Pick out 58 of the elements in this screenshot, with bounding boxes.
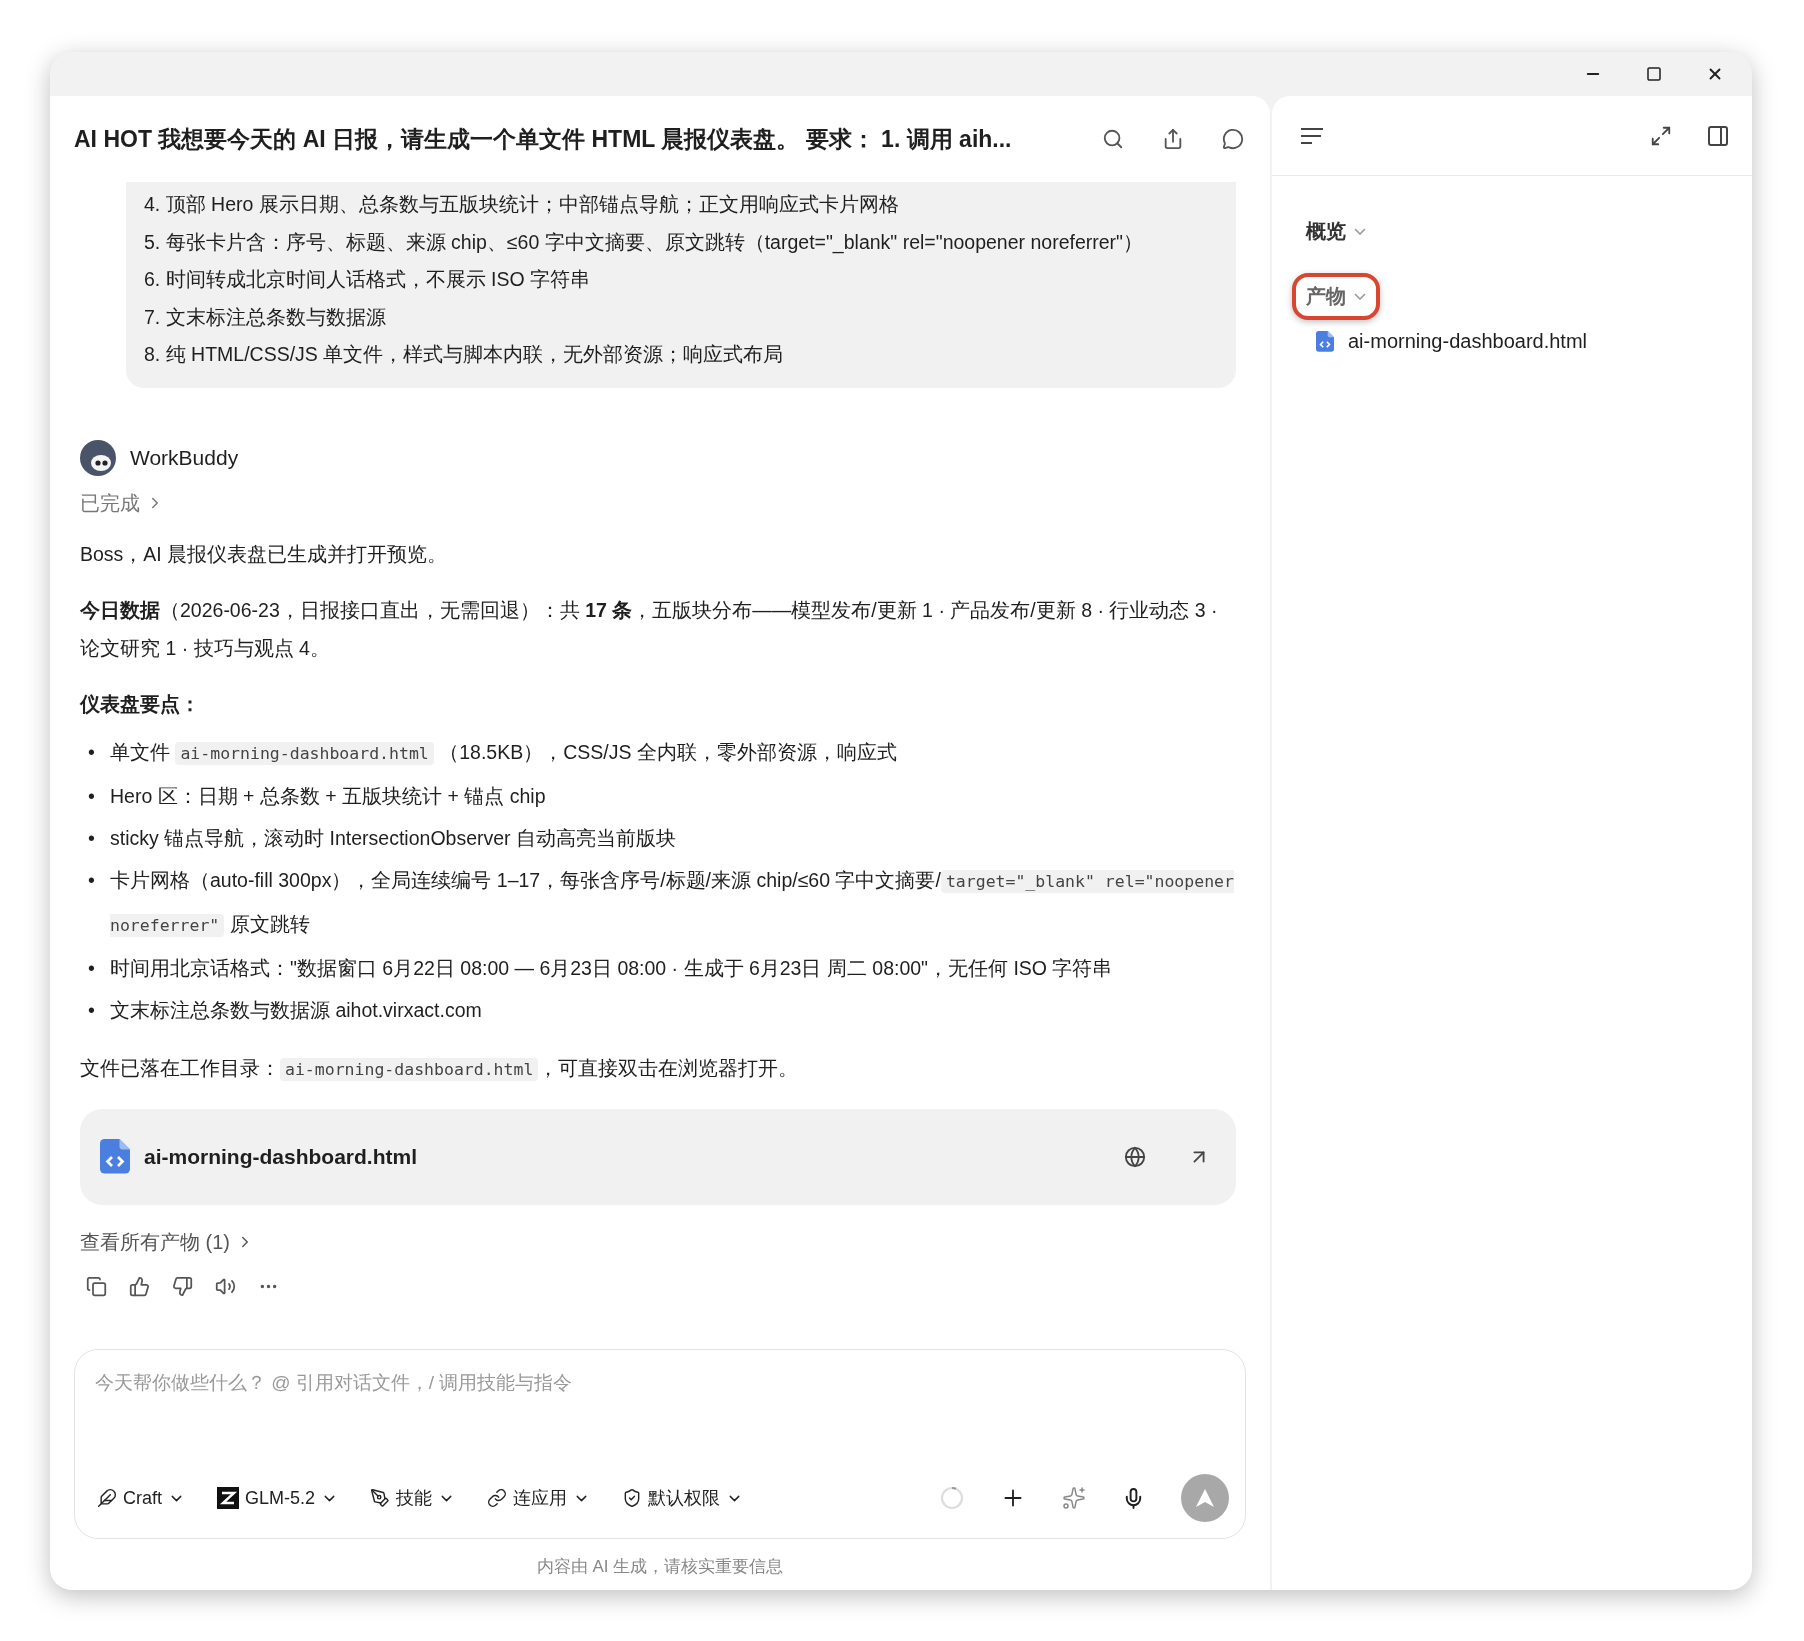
- message-input[interactable]: 今天帮你做些什么？ @ 引用对话文件，/ 调用技能与指令 Craft GLM-5.2 技能 连应用 默认权限: [74, 1349, 1246, 1539]
- view-artifacts-link[interactable]: 查看所有产物 (1): [80, 1228, 254, 1256]
- reply-paragraph: 文件已落在工作目录： ai-morning-dashboard.html ，可直接双击在浏览器打开。: [80, 1055, 800, 1083]
- composer-tool-button[interactable]: 技能: [366, 1482, 460, 1514]
- composer-tool-button[interactable]: Craft: [93, 1483, 189, 1513]
- composer-tool-button[interactable]: GLM-5.2: [213, 1483, 343, 1513]
- bullet-text: 卡片网格（auto-fill 300px），全局连续编号 1–17，每张含序号/标题/来源 chip/≤60 字中文摘要/ target="_blank" rel="noopener noreferrer" 原文跳转: [110, 867, 1235, 939]
- bullet-text: 时间用北京话格式："数据窗口 6月22日 08:00 — 6月23日 08:00 · 生成于 6月23日 周二 08:00"，无任何 ISO 字符串: [110, 955, 1114, 981]
- bullet-marker: •: [88, 997, 96, 1023]
- file-card[interactable]: ai-morning-dashboard.html: [80, 1108, 1236, 1205]
- expand-icon[interactable]: [1650, 124, 1672, 147]
- maximize-icon[interactable]: [1646, 66, 1662, 82]
- bullet-marker: •: [88, 867, 96, 893]
- link-icon: [487, 1488, 508, 1508]
- bullet-marker: •: [88, 825, 96, 851]
- request-line: 6. 时间转成北京时间人话格式，不展示 ISO 字符串: [144, 267, 592, 292]
- chat-bubble-icon[interactable]: [1222, 128, 1244, 150]
- request-line: 5. 每张卡片含：序号、标题、来源 chip、≤60 字中文摘要、原文跳转（target="_blank" rel="noopener noreferrer"）: [144, 229, 1144, 256]
- section-heading: 仪表盘要点：: [80, 691, 201, 717]
- z-logo-icon: [217, 1487, 239, 1509]
- bullet-marker: •: [88, 739, 96, 765]
- pen-icon: [370, 1488, 391, 1508]
- avatar-icon: [80, 439, 116, 476]
- composer-tool-button[interactable]: 连应用: [483, 1482, 595, 1514]
- reply-paragraph: Boss，AI 晨报仪表盘已生成并打开预览。: [80, 541, 449, 567]
- bullet-text: Hero 区：日期 + 总条数 + 五版块统计 + 锚点 chip: [110, 783, 547, 809]
- chevron-down-icon: [1354, 293, 1366, 300]
- file-name: ai-morning-dashboard.html: [144, 1144, 418, 1169]
- artifact-file-item[interactable]: ai-morning-dashboard.html: [1292, 320, 1732, 353]
- chevron-down-icon: [1354, 228, 1366, 235]
- section-toggle[interactable]: 产物: [1292, 273, 1380, 320]
- reply-paragraph: 今日数据（2026-06-23，日报接口直出，无需回退）：共 17 条，五版块分布——模型发布/更新 1 · 产品发布/更新 8 · 行业动态 3 · 论文研究 1 · 技巧与观点 4。: [80, 597, 1219, 661]
- sparkle-icon[interactable]: [1062, 1486, 1086, 1510]
- ai-disclaimer: 内容由 AI 生成，请核实重要信息: [535, 1556, 785, 1578]
- conversation-title: AI HOT 我想要今天的 AI 日报，请生成一个单文件 HTML 晨报仪表盘。 要求： 1. 调用 aih...: [74, 124, 1013, 154]
- request-line: 7. 文末标注总条数与数据源: [144, 304, 387, 330]
- bullet-text: 单文件 ai-morning-dashboard.html （18.5KB），CSS/JS 全内联，零外部资源，响应式: [110, 739, 898, 767]
- bullet-marker: •: [88, 783, 96, 809]
- feather-icon: [97, 1488, 117, 1508]
- search-icon[interactable]: [1102, 128, 1124, 150]
- copy-icon[interactable]: [86, 1275, 107, 1297]
- bullet-text: 文末标注总条数与数据源 aihot.virxact.com: [110, 997, 483, 1023]
- globe-icon[interactable]: [1124, 1145, 1146, 1168]
- thumbs-down-icon[interactable]: [172, 1275, 193, 1297]
- share-icon[interactable]: [1162, 128, 1184, 150]
- panel-toggle-icon[interactable]: [1706, 123, 1730, 148]
- request-line: 4. 顶部 Hero 展示日期、总条数与五版块统计；中部锚点导航；正文用响应式卡片网格: [144, 192, 900, 217]
- code-file-icon: [100, 1139, 130, 1174]
- code-file-icon: [1316, 331, 1334, 352]
- request-line: 8. 纯 HTML/CSS/JS 单文件，样式与脚本内联，无外部资源；响应式布局: [144, 342, 785, 367]
- menu-icon[interactable]: [1300, 125, 1324, 146]
- loading-spinner-icon: [940, 1486, 964, 1510]
- composer-tool-button[interactable]: 默认权限: [618, 1482, 748, 1514]
- assistant-name: WorkBuddy: [130, 445, 239, 470]
- bullet-text: sticky 锚点导航，滚动时 IntersectionObserver 自动高亮当前版块: [110, 825, 677, 851]
- thumbs-up-icon[interactable]: [129, 1275, 150, 1297]
- status-toggle[interactable]: 已完成: [80, 489, 164, 517]
- bullet-marker: •: [88, 955, 96, 981]
